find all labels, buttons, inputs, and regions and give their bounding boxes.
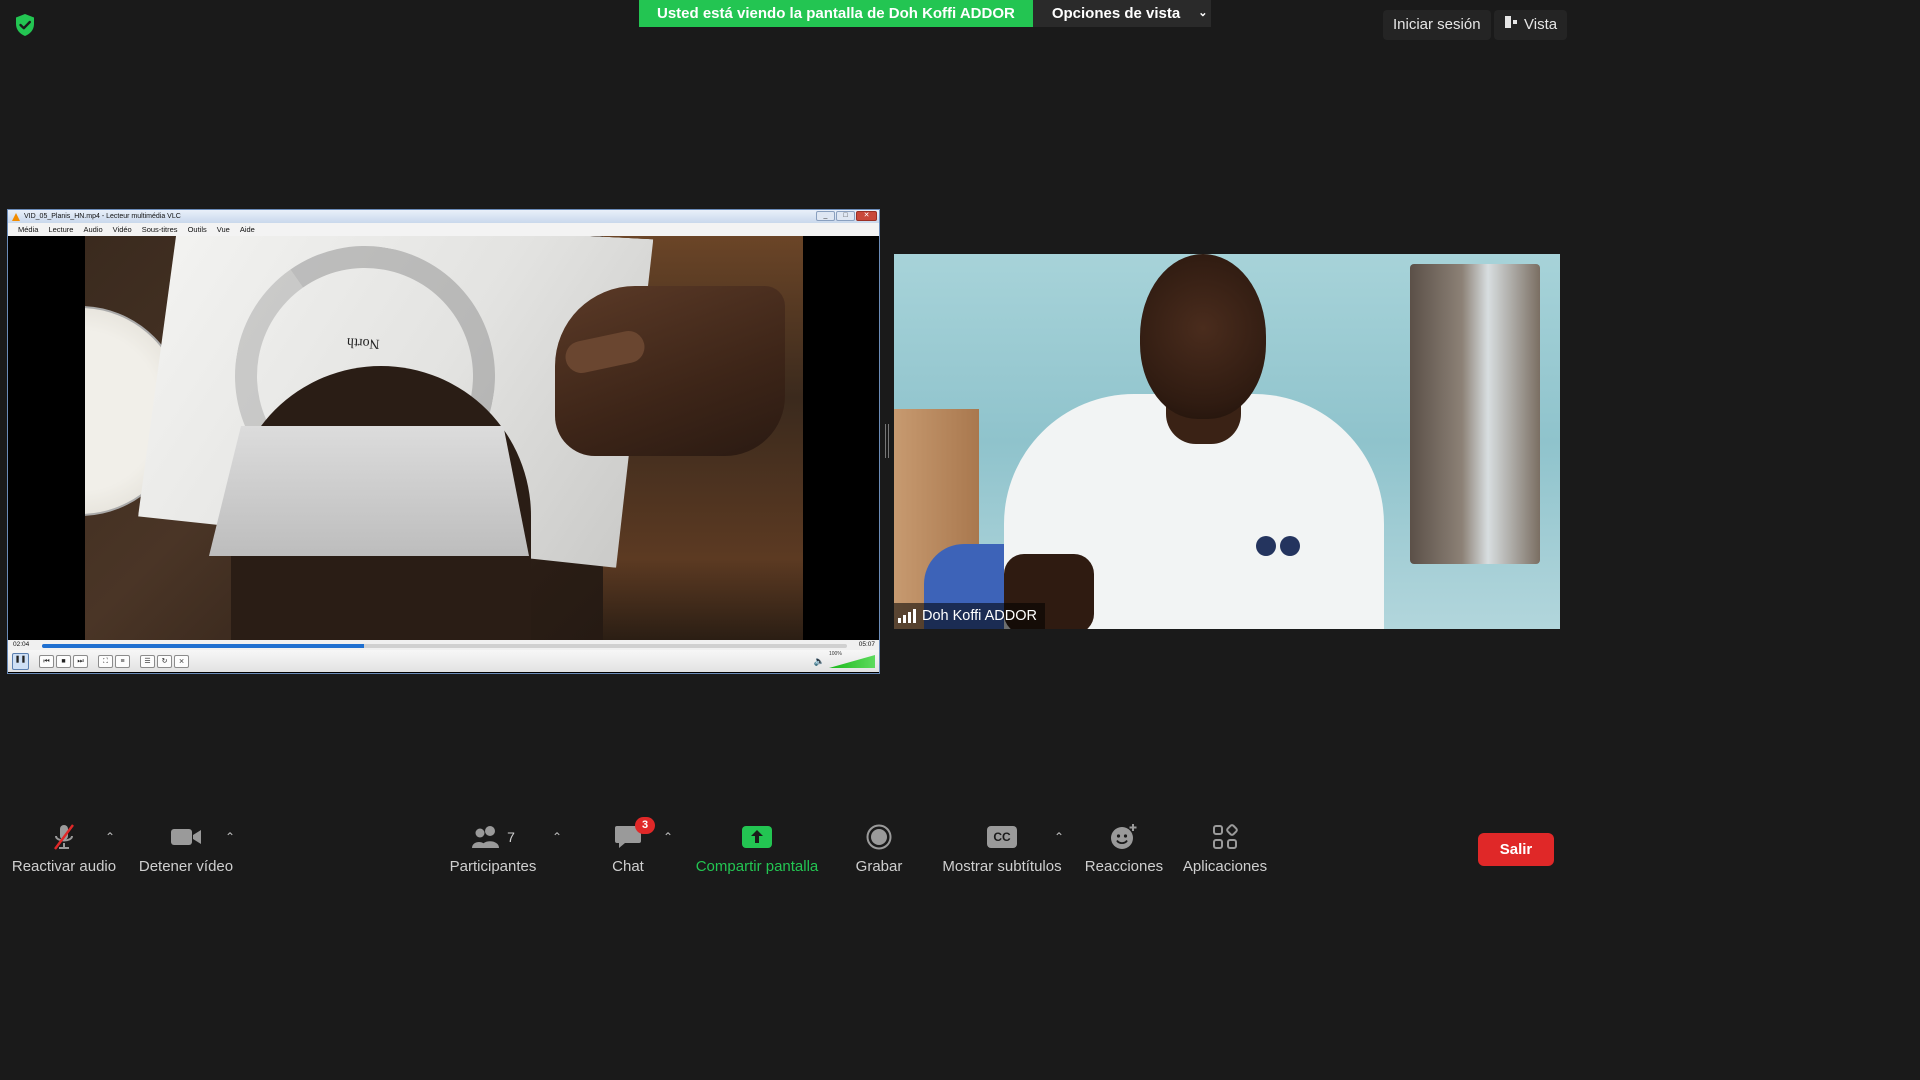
- extended-settings-button[interactable]: ≡: [115, 654, 130, 668]
- reactions-label: Reacciones: [1084, 858, 1164, 875]
- participants-button[interactable]: 7 Participantes: [446, 812, 540, 882]
- shuffle-button[interactable]: ⨯: [174, 654, 189, 668]
- vlc-controls-bar: ❚❚ ⏮ ■ ⏭ ⛶ ≡ ☰ ↻ ⨯ 🔈 100%: [8, 650, 879, 672]
- view-layout-icon: [1504, 10, 1518, 40]
- apps-icon: [1213, 824, 1238, 849]
- stop-video-button[interactable]: Detener vídeo: [134, 812, 238, 882]
- meeting-toolbar: Reactivar audio ⌃ Detener vídeo ⌃ 7 Part…: [0, 812, 1568, 882]
- closed-captions-icon: CC: [987, 826, 1017, 848]
- menu-subtitles[interactable]: Sous-titres: [137, 223, 183, 236]
- record-icon: [866, 824, 892, 850]
- speaker-icon[interactable]: 🔈: [814, 656, 825, 667]
- signin-button[interactable]: Iniciar sesión: [1383, 10, 1491, 40]
- time-total: 05:07: [858, 641, 875, 648]
- reactions-smiley-icon: [1111, 824, 1137, 849]
- sharing-status-text: Usted está viendo la pantalla de Doh Kof…: [639, 0, 1033, 27]
- menu-audio[interactable]: Audio: [78, 223, 107, 236]
- share-screen-button[interactable]: Compartir pantalla: [690, 812, 824, 882]
- stop-button[interactable]: ■: [56, 654, 71, 668]
- chat-button[interactable]: 3 Chat: [600, 812, 656, 882]
- vlc-video-area[interactable]: North: [8, 236, 879, 640]
- show-captions-label: Mostrar subtítulos: [942, 858, 1062, 875]
- reactions-button[interactable]: Reacciones: [1084, 812, 1164, 882]
- close-button[interactable]: ✕: [856, 211, 877, 221]
- vlc-menubar: Média Lecture Audio Vidéo Sous-titres Ou…: [8, 223, 879, 236]
- view-options-button[interactable]: Opciones de vista ⌄: [1032, 0, 1211, 27]
- record-button[interactable]: Grabar: [850, 812, 908, 882]
- menu-video[interactable]: Vidéo: [108, 223, 137, 236]
- video-camera-icon: [171, 829, 201, 845]
- participants-count: 7: [507, 829, 515, 845]
- vlc-window-title: VID_05_Planis_HN.mp4 - Lecteur multimédi…: [24, 213, 181, 220]
- signal-strength-icon: [898, 609, 916, 623]
- unmute-audio-label: Reactivar audio: [11, 858, 117, 875]
- participants-icon: [472, 826, 500, 848]
- menu-media[interactable]: Média: [13, 223, 43, 236]
- menu-lecture[interactable]: Lecture: [43, 223, 78, 236]
- minimize-button[interactable]: _: [816, 211, 835, 221]
- chat-label: Chat: [612, 858, 644, 875]
- unmute-audio-button[interactable]: Reactivar audio: [10, 812, 118, 882]
- participant-name: Doh Koffi ADDOR: [922, 608, 1037, 624]
- apps-label: Aplicaciones: [1182, 858, 1268, 875]
- menu-help[interactable]: Aide: [235, 223, 260, 236]
- chevron-down-icon: ⌄: [1198, 7, 1208, 19]
- menu-view[interactable]: Vue: [212, 223, 235, 236]
- record-label: Grabar: [855, 858, 903, 875]
- stop-video-label: Detener vídeo: [138, 858, 234, 875]
- vlc-titlebar: VID_05_Planis_HN.mp4 - Lecteur multimédi…: [8, 210, 879, 223]
- seek-slider[interactable]: [42, 644, 847, 648]
- participants-label: Participantes: [449, 858, 537, 875]
- time-elapsed: 02:04: [13, 641, 30, 648]
- share-screen-arrow-icon: [742, 826, 772, 848]
- video-options-caret-icon[interactable]: ⌃: [225, 830, 235, 844]
- vlc-seekbar-row: 02:04 05:07: [8, 640, 879, 650]
- next-button[interactable]: ⏭: [73, 654, 88, 668]
- participant-name-tag: Doh Koffi ADDOR: [894, 603, 1045, 629]
- resize-handle[interactable]: [885, 424, 889, 458]
- participants-options-caret-icon[interactable]: ⌃: [552, 830, 562, 844]
- chat-options-caret-icon[interactable]: ⌃: [663, 830, 673, 844]
- volume-percent: 100%: [829, 651, 842, 657]
- video-north-text: North: [346, 334, 381, 351]
- previous-button[interactable]: ⏮: [39, 654, 54, 668]
- screen-share-banner: Usted está viendo la pantalla de Doh Kof…: [639, 0, 1211, 27]
- view-button[interactable]: Vista: [1494, 10, 1568, 40]
- leave-meeting-button[interactable]: Salir: [1478, 833, 1554, 866]
- participant-video-tile[interactable]: Doh Koffi ADDOR: [894, 254, 1560, 629]
- view-options-label: Opciones de vista: [1051, 5, 1181, 22]
- security-shield-icon[interactable]: [12, 12, 38, 38]
- meeting-window: Usted está viendo la pantalla de Doh Kof…: [0, 0, 1568, 882]
- pause-button[interactable]: ❚❚: [12, 652, 29, 670]
- chat-unread-badge: 3: [635, 817, 655, 834]
- video-frame-planisphere: North: [85, 236, 803, 640]
- captions-options-caret-icon[interactable]: ⌃: [1054, 830, 1064, 844]
- loop-button[interactable]: ↻: [157, 654, 172, 668]
- shared-screen-vlc-window: VID_05_Planis_HN.mp4 - Lecteur multimédi…: [7, 209, 880, 674]
- fullscreen-button[interactable]: ⛶: [98, 654, 113, 668]
- participant-head: [1140, 254, 1266, 419]
- share-screen-label: Compartir pantalla: [695, 858, 819, 875]
- apps-button[interactable]: Aplicaciones: [1180, 812, 1270, 882]
- view-label: Vista: [1524, 16, 1558, 33]
- seek-progress-fill: [42, 644, 364, 648]
- show-captions-button[interactable]: CC Mostrar subtítulos: [936, 812, 1068, 882]
- restore-button[interactable]: □: [836, 211, 855, 221]
- playlist-button[interactable]: ☰: [140, 654, 155, 668]
- vlc-cone-icon: [12, 213, 20, 221]
- menu-tools[interactable]: Outils: [183, 223, 212, 236]
- audio-options-caret-icon[interactable]: ⌃: [105, 830, 115, 844]
- microphone-muted-icon: [54, 824, 74, 850]
- volume-slider[interactable]: 100%: [827, 651, 875, 668]
